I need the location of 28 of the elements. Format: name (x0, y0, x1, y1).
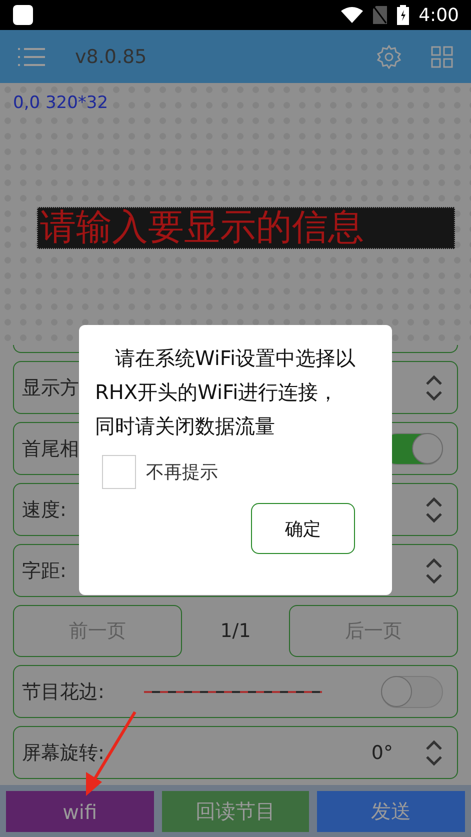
no-sim-icon (372, 6, 387, 24)
action-button[interactable]: 发送 (317, 791, 466, 832)
checkbox[interactable] (102, 455, 136, 489)
action-button[interactable]: 回读节目 (162, 791, 310, 832)
up-down-chevron-icon[interactable] (425, 556, 443, 584)
dialog-message: 请在系统WiFi设置中选择以RHX开头的WiFi进行连接，同时请关闭数据流量 (95, 345, 356, 440)
rotation-value: 0° (371, 742, 393, 764)
page-number: 1/1 (219, 620, 252, 642)
action-button[interactable]: wifi (6, 791, 154, 832)
setting-label: 字距: (22, 558, 66, 584)
app-version: v8.0.85 (75, 46, 148, 68)
setting-label: 屏幕旋转: (22, 740, 104, 766)
up-down-chevron-icon[interactable] (425, 738, 443, 766)
app-icon (12, 4, 34, 26)
battery-icon (396, 5, 409, 25)
led-text: 请输入要显示的信息 (37, 207, 455, 249)
wifi-icon (340, 7, 363, 23)
clock-time: 4:00 (418, 4, 459, 26)
setting-label: 首尾相 (22, 436, 79, 462)
ok-button[interactable]: 确定 (251, 503, 355, 554)
setting-label: 显示方 (22, 376, 79, 400)
screen-size-info: 0,0 320*32 (13, 93, 108, 113)
checkbox-label: 不再提示 (146, 461, 218, 484)
setting-label: 节目花边: (22, 680, 104, 704)
up-down-chevron-icon[interactable] (425, 496, 443, 524)
up-down-chevron-icon[interactable] (425, 374, 443, 402)
toggle-switch[interactable] (381, 676, 443, 708)
setting-label: 速度: (22, 498, 66, 522)
